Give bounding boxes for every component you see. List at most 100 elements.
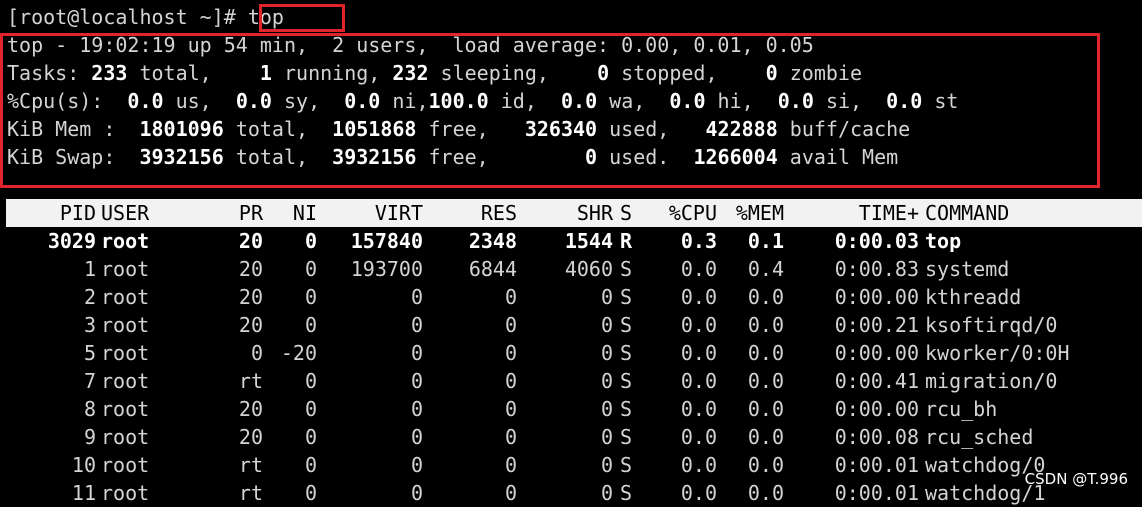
col-shr[interactable]: SHR: [517, 199, 613, 227]
cell-pid: 11: [71, 481, 96, 505]
table-row[interactable]: 11 root rt 0 0 0 0 S 0.0 0.0 0:00.01 watchdog/1: [6, 479, 1142, 507]
cell-ni: 0: [304, 257, 317, 281]
cell-state: S: [620, 313, 633, 337]
table-row[interactable]: 3 root 20 0 0 0 0 S 0.0 0.0 0:00.21 ksoftirqd/0: [6, 311, 1142, 339]
cell-pr: 20: [238, 313, 263, 337]
cell-state: S: [620, 341, 633, 365]
cell-mem: 0.0: [747, 425, 784, 449]
cell-cpu: 0.0: [680, 481, 717, 505]
cell-shr: 0: [600, 285, 613, 309]
watermark: CSDN @T.996: [1024, 470, 1128, 488]
cell-time: 0:00.83: [834, 257, 919, 281]
cell-ni: 0: [304, 369, 317, 393]
cell-pid: 10: [71, 453, 96, 477]
cell-user: root: [101, 481, 150, 505]
cell-pr: 20: [238, 257, 263, 281]
cell-mem: 0.0: [747, 369, 784, 393]
cell-pr: 0: [250, 341, 263, 365]
col-pr[interactable]: PR: [201, 199, 263, 227]
cell-cpu: 0.0: [680, 397, 717, 421]
cell-cpu: 0.0: [680, 369, 717, 393]
table-row[interactable]: 9 root 20 0 0 0 0 S 0.0 0.0 0:00.08 rcu_sched: [6, 423, 1142, 451]
col-state[interactable]: S: [620, 199, 640, 227]
col-cpu[interactable]: %CPU: [640, 199, 717, 227]
cell-mem: 0.0: [747, 285, 784, 309]
cell-shr: 0: [600, 313, 613, 337]
shell-prompt: [root@localhost ~]# top: [7, 3, 284, 31]
table-row[interactable]: 8 root 20 0 0 0 0 S 0.0 0.0 0:00.00 rcu_bh: [6, 395, 1142, 423]
cell-virt: 0: [410, 285, 423, 309]
cell-virt: 193700: [350, 257, 423, 281]
col-mem[interactable]: %MEM: [717, 199, 784, 227]
cell-pid: 5: [83, 341, 96, 365]
cell-state: S: [620, 425, 633, 449]
cell-time: 0:00.01: [834, 453, 919, 477]
cell-time: 0:00.08: [834, 425, 919, 449]
cell-ni: 0: [304, 285, 317, 309]
cell-pid: 3: [83, 313, 96, 337]
table-row[interactable]: 1 root 20 0 193700 6844 4060 S 0.0 0.4 0:00.83 syst…: [6, 255, 1142, 283]
cell-time: 0:00.21: [834, 313, 919, 337]
cell-shr: 0: [600, 397, 613, 421]
cell-res: 2348: [468, 229, 517, 253]
cell-virt: 0: [410, 313, 423, 337]
cell-time: 0:00.00: [834, 397, 919, 421]
process-table-header: PID USER PR NI VIRT RES SHR S %CPU %MEM …: [6, 199, 1142, 227]
col-res[interactable]: RES: [423, 199, 517, 227]
cell-state: S: [620, 285, 633, 309]
cell-time: 0:00.00: [834, 285, 919, 309]
col-time[interactable]: TIME+: [784, 199, 919, 227]
cell-mem: 0.0: [747, 341, 784, 365]
cell-res: 0: [504, 453, 517, 477]
cell-pr: rt: [238, 453, 263, 477]
cell-ni: 0: [304, 397, 317, 421]
table-row[interactable]: 2 root 20 0 0 0 0 S 0.0 0.0 0:00.00 kthreadd: [6, 283, 1142, 311]
cell-pr: rt: [238, 369, 263, 393]
col-user[interactable]: USER: [101, 199, 181, 227]
cell-user: root: [101, 313, 150, 337]
cell-pid: 7: [83, 369, 96, 393]
table-row[interactable]: 5 root 0 -20 0 0 0 S 0.0 0.0 0:00.00 kworker/0:0H: [6, 339, 1142, 367]
col-command[interactable]: COMMAND: [925, 199, 1125, 227]
cell-virt: 0: [410, 425, 423, 449]
col-virt[interactable]: VIRT: [317, 199, 423, 227]
table-row[interactable]: 10 root rt 0 0 0 0 S 0.0 0.0 0:00.01 watchdog/0: [6, 451, 1142, 479]
cell-virt: 0: [410, 453, 423, 477]
col-pid[interactable]: PID: [6, 199, 96, 227]
cell-command: ksoftirqd/0: [925, 313, 1058, 337]
col-ni[interactable]: NI: [263, 199, 317, 227]
summary-highlight-box: [0, 33, 1100, 188]
table-row[interactable]: 7 root rt 0 0 0 0 S 0.0 0.0 0:00.41 migration/0: [6, 367, 1142, 395]
cell-virt: 0: [410, 341, 423, 365]
cell-mem: 0.1: [747, 229, 784, 253]
cell-ni: 0: [304, 453, 317, 477]
cell-command: rcu_sched: [925, 425, 1034, 449]
cell-state: S: [620, 369, 633, 393]
table-row[interactable]: 3029 root 20 0 157840 2348 1544 R 0.3 0.1 0:00.03 t…: [6, 227, 1142, 255]
cell-mem: 0.0: [747, 313, 784, 337]
cell-user: root: [101, 285, 150, 309]
cell-pid: 1: [83, 257, 96, 281]
cell-time: 0:00.01: [834, 481, 919, 505]
cell-res: 0: [504, 397, 517, 421]
cell-command: top: [925, 229, 962, 253]
cell-state: S: [620, 257, 633, 281]
cell-shr: 0: [600, 481, 613, 505]
cell-ni: 0: [304, 425, 317, 449]
cell-pid: 9: [83, 425, 96, 449]
cell-virt: 0: [410, 397, 423, 421]
cell-command: rcu_bh: [925, 397, 998, 421]
cell-cpu: 0.0: [680, 425, 717, 449]
cell-pr: 20: [238, 425, 263, 449]
cell-res: 0: [504, 369, 517, 393]
cell-cpu: 0.0: [680, 453, 717, 477]
cell-mem: 0.0: [747, 397, 784, 421]
cell-cpu: 0.0: [680, 257, 717, 281]
cell-user: root: [101, 229, 150, 253]
cell-pid: 2: [83, 285, 96, 309]
cell-pid: 3029: [47, 229, 96, 253]
cell-cpu: 0.0: [680, 341, 717, 365]
cell-res: 0: [504, 285, 517, 309]
cell-cpu: 0.0: [680, 285, 717, 309]
cell-mem: 0.0: [747, 453, 784, 477]
